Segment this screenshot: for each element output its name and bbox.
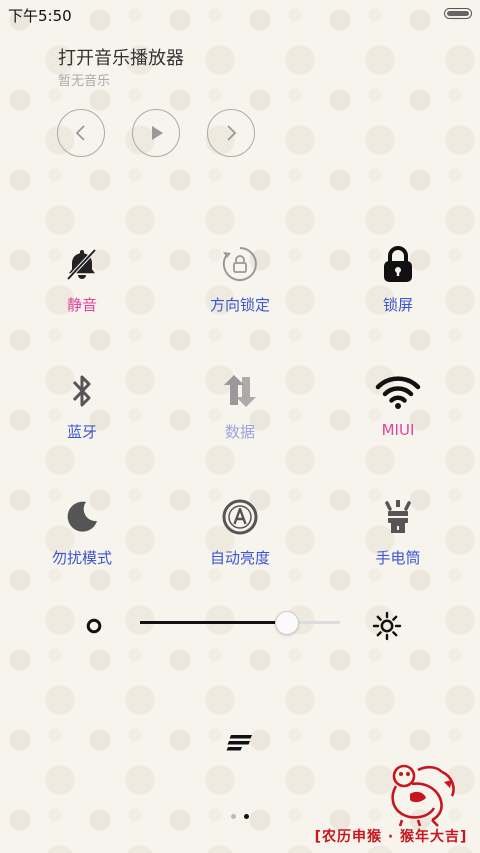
rotation-lock-icon — [216, 240, 264, 288]
chevron-left-icon — [75, 125, 85, 141]
toggle-flashlight-label: 手电筒 — [375, 549, 421, 567]
status-time: 下午5:50 — [8, 7, 72, 25]
flashlight-icon — [374, 493, 422, 541]
banner-text: [农历申猴 · 猴年大吉] — [314, 829, 468, 845]
chevron-right-icon — [227, 125, 237, 141]
page-indicator — [231, 814, 249, 819]
toggle-do-not-disturb[interactable]: 勿扰模式 — [12, 493, 152, 568]
toggle-bluetooth-label: 蓝牙 — [66, 423, 97, 441]
music-player-title[interactable]: 打开音乐播放器 — [58, 44, 184, 70]
data-arrows-icon — [216, 367, 264, 415]
new-year-stamp: [农历申猴 · 猴年大吉] — [306, 762, 476, 848]
padlock-icon — [374, 240, 422, 288]
toggle-mute[interactable]: 静音 — [12, 240, 152, 315]
page-dot-1 — [231, 814, 236, 819]
brightness-high-icon — [372, 611, 402, 641]
toggle-flashlight[interactable]: 手电筒 — [328, 493, 468, 568]
previous-track-button[interactable] — [57, 109, 105, 157]
monkey-papercut-icon — [391, 764, 455, 827]
menu-lines-icon[interactable] — [226, 734, 254, 752]
brightness-slider-fill — [140, 621, 286, 624]
page-dot-2 — [244, 814, 249, 819]
toggle-lock-screen[interactable]: 锁屏 — [328, 240, 468, 315]
brightness-slider[interactable] — [140, 611, 340, 635]
toggle-mute-label: 静音 — [66, 296, 97, 314]
play-icon — [152, 126, 163, 140]
toggle-mobile-data-label: 数据 — [224, 423, 255, 441]
toggle-bluetooth[interactable]: 蓝牙 — [12, 367, 152, 442]
brightness-slider-thumb[interactable] — [275, 611, 299, 635]
toggle-rotation-lock-label: 方向锁定 — [209, 296, 270, 314]
toggle-do-not-disturb-label: 勿扰模式 — [51, 549, 112, 567]
toggle-wifi[interactable]: MIUI — [328, 367, 468, 439]
battery-icon — [444, 8, 472, 19]
toggle-lock-screen-label: 锁屏 — [382, 296, 413, 314]
auto-brightness-icon — [216, 493, 264, 541]
moon-icon — [58, 493, 106, 541]
status-bar: 下午5:50 — [0, 0, 480, 28]
toggle-mobile-data[interactable]: 数据 — [170, 367, 310, 442]
bluetooth-icon — [58, 367, 106, 415]
toggle-rotation-lock[interactable]: 方向锁定 — [170, 240, 310, 315]
play-button[interactable] — [132, 109, 180, 157]
bell-muted-icon — [58, 240, 106, 288]
music-status: 暂无音乐 — [58, 74, 111, 89]
wifi-icon — [374, 367, 422, 415]
toggle-wifi-label: MIUI — [381, 421, 415, 439]
toggle-auto-brightness-label: 自动亮度 — [209, 549, 270, 567]
brightness-low-icon — [86, 618, 102, 634]
next-track-button[interactable] — [207, 109, 255, 157]
toggle-auto-brightness[interactable]: 自动亮度 — [170, 493, 310, 568]
